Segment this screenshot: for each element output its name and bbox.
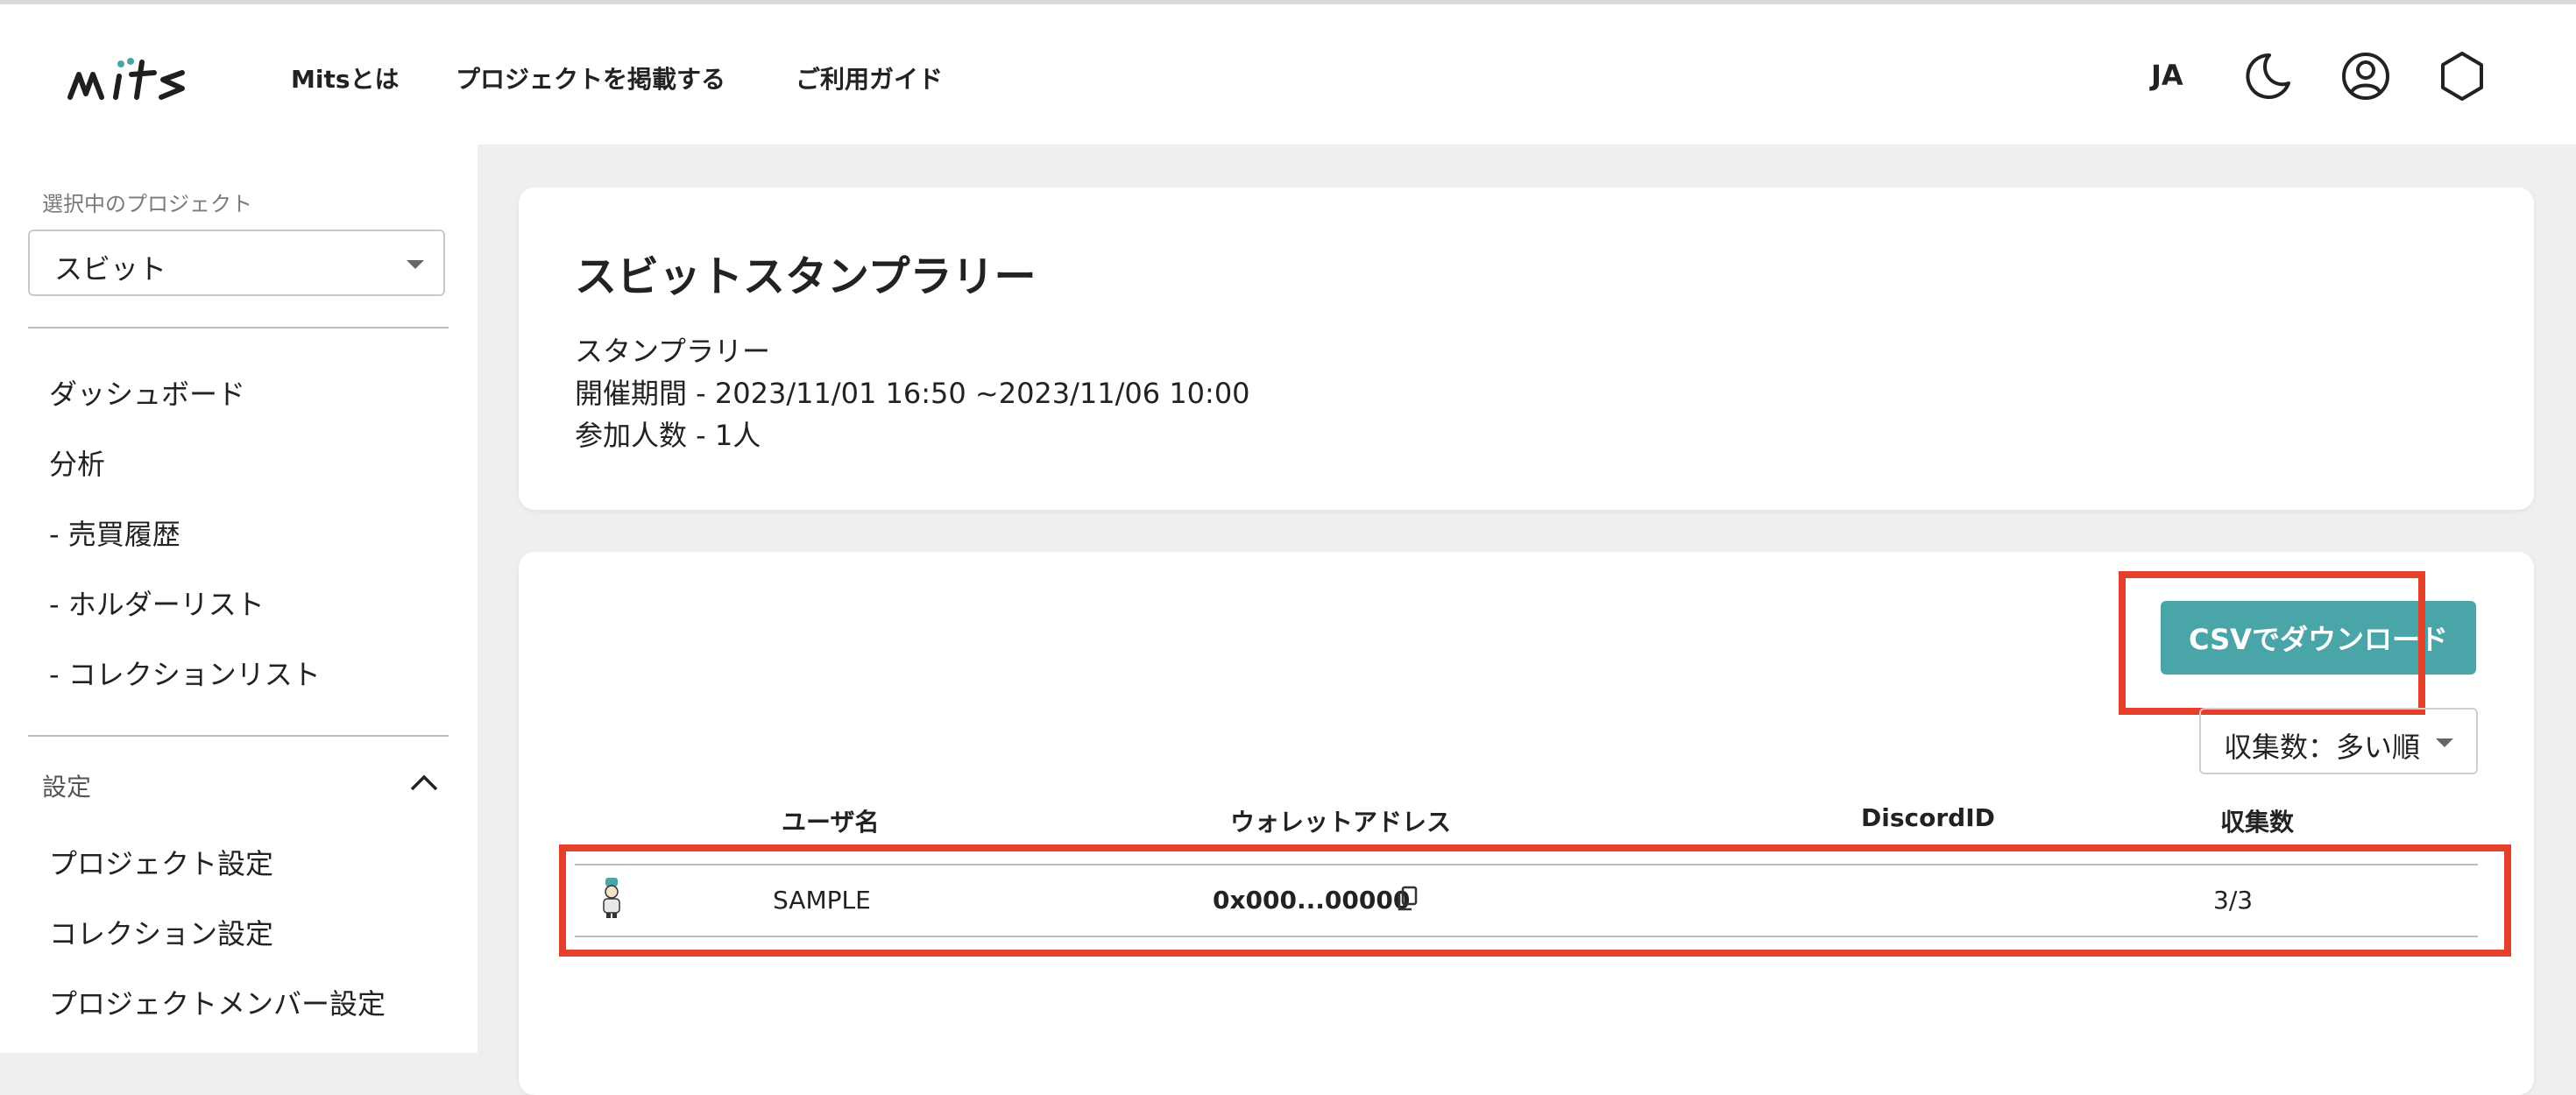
event-period: 開催期間 - 2023/11/01 16:50 ~2023/11/06 10:0… (575, 377, 1250, 410)
column-header-username[interactable]: ユーザ名 (782, 803, 879, 838)
sidebar-item-dashboard[interactable]: ダッシュボード (49, 372, 245, 413)
row-username: SAMPLE (773, 886, 871, 915)
copy-icon[interactable] (1395, 885, 1419, 913)
page-title: スビットスタンプラリー (575, 252, 1037, 301)
hexagon-wallet-icon[interactable] (2434, 48, 2490, 104)
nav-user-guide[interactable]: ご利用ガイド (796, 60, 943, 95)
sidebar-item-project-settings[interactable]: プロジェクト設定 (49, 842, 273, 882)
sort-select[interactable]: 収集数：多い順 (2199, 708, 2478, 774)
sidebar-item-trade-history[interactable]: - 売買履歴 (49, 512, 180, 553)
sidebar-item-member-settings[interactable]: プロジェクトメンバー設定 (49, 982, 386, 1022)
sort-select-value: 収集数：多い順 (2224, 731, 2421, 764)
row-wallet-address: 0x000...00000 (1213, 886, 1411, 915)
column-header-wallet[interactable]: ウォレットアドレス (1230, 803, 1451, 838)
moon-icon[interactable] (2240, 48, 2296, 104)
sidebar: 選択中のプロジェクト スビット ダッシュボード 分析 - 売買履歴 - ホルダー… (0, 145, 478, 1053)
stamp-rally-summary-card: スビットスタンプラリー スタンプラリー 開催期間 - 2023/11/01 16… (519, 187, 2534, 510)
avatar (603, 878, 620, 918)
project-select-value: スビット (54, 252, 167, 286)
table-row-divider (575, 864, 2478, 865)
participant-count: 参加人数 - 1人 (575, 419, 761, 452)
project-select[interactable]: スビット (28, 230, 445, 296)
selected-project-label: 選択中のプロジェクト (42, 192, 252, 216)
row-collection-count: 3/3 (2213, 886, 2254, 915)
account-circle-icon[interactable] (2338, 48, 2394, 104)
settings-section-label[interactable]: 設定 (42, 768, 91, 803)
table-row-divider (575, 936, 2478, 937)
mits-logo[interactable]: mits (67, 48, 216, 110)
nav-about-mits[interactable]: Mitsとは (291, 60, 400, 95)
column-header-discord[interactable]: DiscordID (1861, 803, 1995, 832)
csv-download-button[interactable]: CSVでダウンロード (2161, 601, 2476, 675)
sidebar-item-holder-list[interactable]: - ホルダーリスト (49, 583, 265, 623)
column-header-count[interactable]: 収集数 (2220, 803, 2294, 838)
sidebar-item-analysis[interactable]: 分析 (49, 442, 105, 483)
app-header: mits Mitsとは プロジェクトを掲載する ご利用ガイド JA (0, 4, 2576, 145)
sidebar-item-collection-list[interactable]: - コレクションリスト (49, 653, 321, 693)
nav-list-project[interactable]: プロジェクトを掲載する (456, 60, 725, 95)
sidebar-divider (28, 735, 449, 737)
chevron-up-icon[interactable] (408, 770, 440, 793)
holders-table-card: CSVでダウンロード 収集数：多い順 ユーザ名 ウォレットアドレス Discor… (519, 552, 2534, 1095)
chevron-down-icon (407, 260, 424, 269)
event-type: スタンプラリー (575, 335, 771, 368)
chevron-down-icon (2436, 738, 2453, 747)
sidebar-item-collection-settings[interactable]: コレクション設定 (49, 912, 273, 952)
language-switcher[interactable]: JA (2151, 59, 2183, 92)
sidebar-divider (28, 327, 449, 328)
